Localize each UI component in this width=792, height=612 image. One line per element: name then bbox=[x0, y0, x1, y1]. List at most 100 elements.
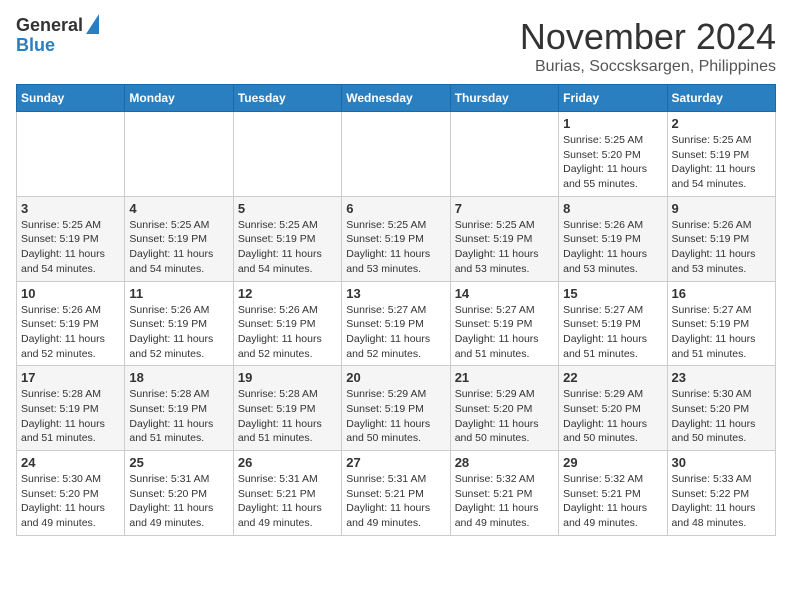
day-info: Sunrise: 5:26 AMSunset: 5:19 PMDaylight:… bbox=[129, 303, 228, 362]
day-number: 3 bbox=[21, 201, 120, 216]
day-info: Sunrise: 5:31 AMSunset: 5:20 PMDaylight:… bbox=[129, 472, 228, 531]
calendar-header-row: SundayMondayTuesdayWednesdayThursdayFrid… bbox=[17, 85, 776, 112]
weekday-header: Friday bbox=[559, 85, 667, 112]
calendar-cell: 26 Sunrise: 5:31 AMSunset: 5:21 PMDayligh… bbox=[233, 451, 341, 536]
day-number: 21 bbox=[455, 370, 554, 385]
day-number: 12 bbox=[238, 286, 337, 301]
calendar-cell: 13 Sunrise: 5:27 AMSunset: 5:19 PMDayligh… bbox=[342, 281, 450, 366]
calendar-cell: 21 Sunrise: 5:29 AMSunset: 5:20 PMDayligh… bbox=[450, 366, 558, 451]
day-number: 15 bbox=[563, 286, 662, 301]
day-info: Sunrise: 5:31 AMSunset: 5:21 PMDaylight:… bbox=[238, 472, 337, 531]
day-number: 28 bbox=[455, 455, 554, 470]
day-info: Sunrise: 5:32 AMSunset: 5:21 PMDaylight:… bbox=[455, 472, 554, 531]
calendar-cell: 20 Sunrise: 5:29 AMSunset: 5:19 PMDayligh… bbox=[342, 366, 450, 451]
day-number: 25 bbox=[129, 455, 228, 470]
day-number: 1 bbox=[563, 116, 662, 131]
day-info: Sunrise: 5:25 AMSunset: 5:19 PMDaylight:… bbox=[346, 218, 445, 277]
day-info: Sunrise: 5:27 AMSunset: 5:19 PMDaylight:… bbox=[672, 303, 771, 362]
day-info: Sunrise: 5:26 AMSunset: 5:19 PMDaylight:… bbox=[238, 303, 337, 362]
day-info: Sunrise: 5:25 AMSunset: 5:19 PMDaylight:… bbox=[672, 133, 771, 192]
calendar-week-row: 1 Sunrise: 5:25 AMSunset: 5:20 PMDaylight… bbox=[17, 112, 776, 197]
calendar-cell: 12 Sunrise: 5:26 AMSunset: 5:19 PMDayligh… bbox=[233, 281, 341, 366]
calendar-cell bbox=[233, 112, 341, 197]
calendar-cell: 29 Sunrise: 5:32 AMSunset: 5:21 PMDayligh… bbox=[559, 451, 667, 536]
day-info: Sunrise: 5:26 AMSunset: 5:19 PMDaylight:… bbox=[21, 303, 120, 362]
calendar-cell: 9Sunrise: 5:26 AMSunset: 5:19 PMDaylight… bbox=[667, 196, 775, 281]
title-block: November 2024 Burias, Soccsksargen, Phil… bbox=[520, 16, 776, 76]
calendar-cell: 27 Sunrise: 5:31 AMSunset: 5:21 PMDayligh… bbox=[342, 451, 450, 536]
calendar-cell: 6 Sunrise: 5:25 AMSunset: 5:19 PMDaylight… bbox=[342, 196, 450, 281]
calendar-cell: 30 Sunrise: 5:33 AMSunset: 5:22 PMDayligh… bbox=[667, 451, 775, 536]
calendar-cell: 25 Sunrise: 5:31 AMSunset: 5:20 PMDayligh… bbox=[125, 451, 233, 536]
weekday-header: Thursday bbox=[450, 85, 558, 112]
calendar-cell: 28 Sunrise: 5:32 AMSunset: 5:21 PMDayligh… bbox=[450, 451, 558, 536]
day-number: 9 bbox=[672, 201, 771, 216]
weekday-header: Sunday bbox=[17, 85, 125, 112]
day-number: 22 bbox=[563, 370, 662, 385]
calendar-table: SundayMondayTuesdayWednesdayThursdayFrid… bbox=[16, 84, 776, 536]
day-info: Sunrise: 5:27 AMSunset: 5:19 PMDaylight:… bbox=[346, 303, 445, 362]
day-number: 6 bbox=[346, 201, 445, 216]
day-number: 14 bbox=[455, 286, 554, 301]
day-number: 10 bbox=[21, 286, 120, 301]
weekday-header: Monday bbox=[125, 85, 233, 112]
day-info: Sunrise: 5:31 AMSunset: 5:21 PMDaylight:… bbox=[346, 472, 445, 531]
day-number: 13 bbox=[346, 286, 445, 301]
day-number: 26 bbox=[238, 455, 337, 470]
page-title: November 2024 bbox=[520, 16, 776, 58]
day-number: 2 bbox=[672, 116, 771, 131]
day-info: Sunrise: 5:26 AMSunset: 5:19 PMDaylight:… bbox=[563, 218, 662, 277]
day-number: 27 bbox=[346, 455, 445, 470]
day-info: Sunrise: 5:25 AMSunset: 5:19 PMDaylight:… bbox=[455, 218, 554, 277]
calendar-cell: 3Sunrise: 5:25 AMSunset: 5:19 PMDaylight… bbox=[17, 196, 125, 281]
day-number: 23 bbox=[672, 370, 771, 385]
day-number: 7 bbox=[455, 201, 554, 216]
calendar-cell: 11 Sunrise: 5:26 AMSunset: 5:19 PMDayligh… bbox=[125, 281, 233, 366]
day-info: Sunrise: 5:28 AMSunset: 5:19 PMDaylight:… bbox=[238, 387, 337, 446]
day-number: 16 bbox=[672, 286, 771, 301]
day-info: Sunrise: 5:30 AMSunset: 5:20 PMDaylight:… bbox=[672, 387, 771, 446]
calendar-week-row: 24Sunrise: 5:30 AMSunset: 5:20 PMDayligh… bbox=[17, 451, 776, 536]
day-number: 24 bbox=[21, 455, 120, 470]
day-info: Sunrise: 5:27 AMSunset: 5:19 PMDaylight:… bbox=[563, 303, 662, 362]
logo: General Blue bbox=[16, 16, 99, 56]
day-info: Sunrise: 5:27 AMSunset: 5:19 PMDaylight:… bbox=[455, 303, 554, 362]
logo-triangle-icon bbox=[86, 14, 99, 34]
calendar-cell: 5 Sunrise: 5:25 AMSunset: 5:19 PMDaylight… bbox=[233, 196, 341, 281]
day-info: Sunrise: 5:29 AMSunset: 5:20 PMDaylight:… bbox=[455, 387, 554, 446]
day-number: 11 bbox=[129, 286, 228, 301]
calendar-cell: 16 Sunrise: 5:27 AMSunset: 5:19 PMDayligh… bbox=[667, 281, 775, 366]
calendar-cell: 4 Sunrise: 5:25 AMSunset: 5:19 PMDaylight… bbox=[125, 196, 233, 281]
day-number: 30 bbox=[672, 455, 771, 470]
day-info: Sunrise: 5:25 AMSunset: 5:19 PMDaylight:… bbox=[238, 218, 337, 277]
calendar-cell: 19Sunrise: 5:28 AMSunset: 5:19 PMDayligh… bbox=[233, 366, 341, 451]
calendar-cell: 14 Sunrise: 5:27 AMSunset: 5:19 PMDayligh… bbox=[450, 281, 558, 366]
day-info: Sunrise: 5:29 AMSunset: 5:20 PMDaylight:… bbox=[563, 387, 662, 446]
day-info: Sunrise: 5:25 AMSunset: 5:19 PMDaylight:… bbox=[129, 218, 228, 277]
calendar-cell: 23 Sunrise: 5:30 AMSunset: 5:20 PMDayligh… bbox=[667, 366, 775, 451]
calendar-week-row: 3 Sunrise: 5:25 AMSunset: 5:19 PMDaylight… bbox=[17, 196, 776, 281]
day-number: 4 bbox=[129, 201, 228, 216]
calendar-cell bbox=[17, 112, 125, 197]
day-number: 29 bbox=[563, 455, 662, 470]
day-info: Sunrise: 5:25 AMSunset: 5:20 PMDaylight:… bbox=[563, 133, 662, 192]
weekday-header: Wednesday bbox=[342, 85, 450, 112]
day-info: Sunrise: 5:33 AMSunset: 5:22 PMDaylight:… bbox=[672, 472, 771, 531]
day-number: 8 bbox=[563, 201, 662, 216]
calendar-cell: 18Sunrise: 5:28 AMSunset: 5:19 PMDayligh… bbox=[125, 366, 233, 451]
logo-text-general: General bbox=[16, 16, 83, 36]
day-number: 20 bbox=[346, 370, 445, 385]
calendar-cell: 17Sunrise: 5:28 AMSunset: 5:19 PMDayligh… bbox=[17, 366, 125, 451]
calendar-cell: 24Sunrise: 5:30 AMSunset: 5:20 PMDayligh… bbox=[17, 451, 125, 536]
calendar-cell bbox=[450, 112, 558, 197]
calendar-cell: 7 Sunrise: 5:25 AMSunset: 5:19 PMDaylight… bbox=[450, 196, 558, 281]
day-info: Sunrise: 5:29 AMSunset: 5:19 PMDaylight:… bbox=[346, 387, 445, 446]
calendar-cell: 15 Sunrise: 5:27 AMSunset: 5:19 PMDayligh… bbox=[559, 281, 667, 366]
page-subtitle: Burias, Soccsksargen, Philippines bbox=[520, 58, 776, 76]
weekday-header: Saturday bbox=[667, 85, 775, 112]
day-number: 5 bbox=[238, 201, 337, 216]
day-number: 17 bbox=[21, 370, 120, 385]
calendar-cell: 22 Sunrise: 5:29 AMSunset: 5:20 PMDayligh… bbox=[559, 366, 667, 451]
day-info: Sunrise: 5:32 AMSunset: 5:21 PMDaylight:… bbox=[563, 472, 662, 531]
weekday-header: Tuesday bbox=[233, 85, 341, 112]
